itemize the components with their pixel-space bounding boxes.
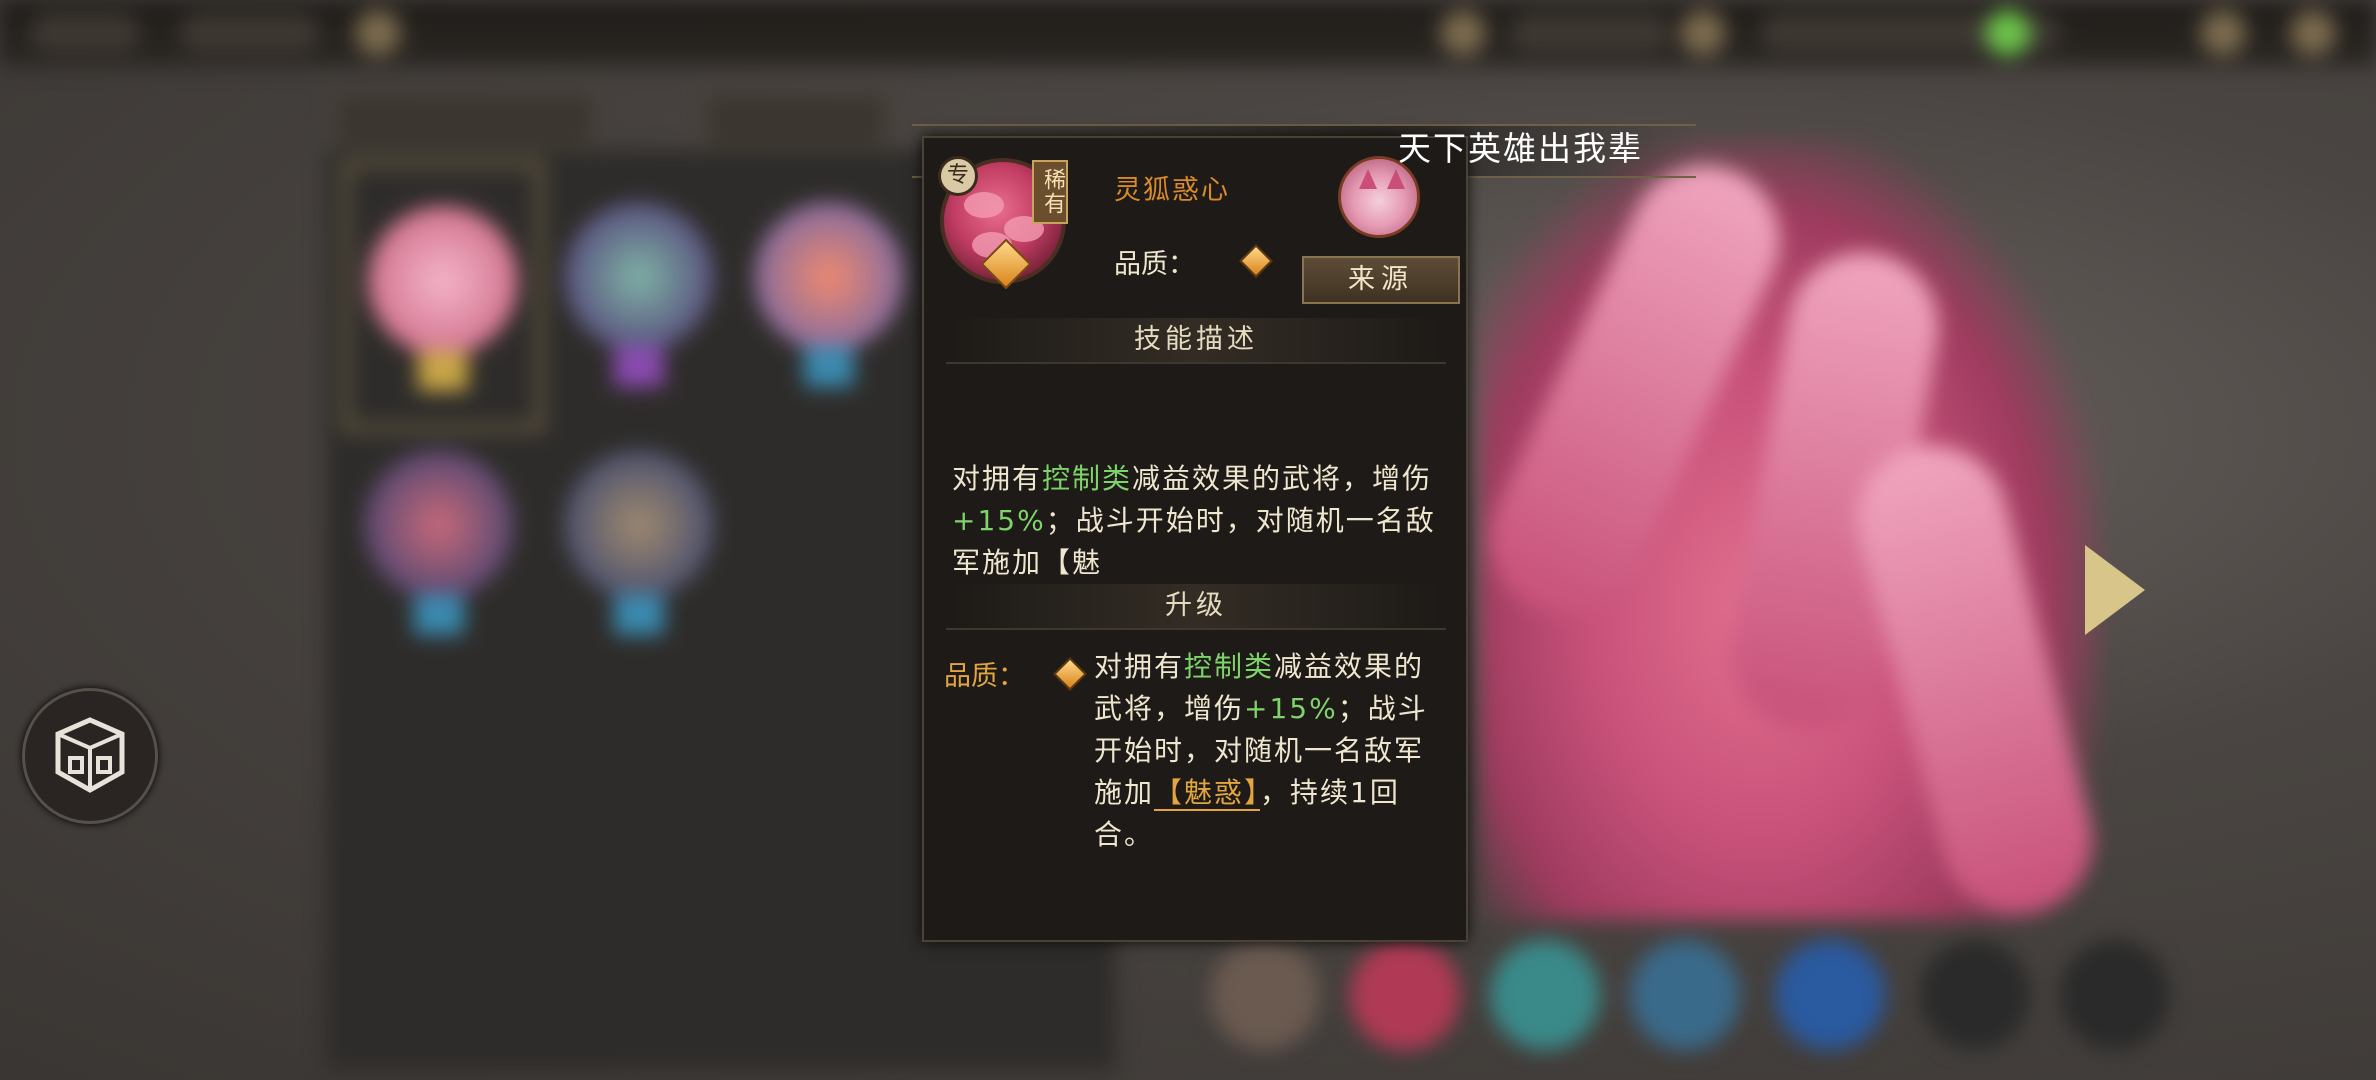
top-pill	[1510, 14, 1670, 52]
banner-title: 天下英雄出我辈	[1398, 129, 1643, 168]
skill-orb	[564, 450, 714, 600]
slot-stand	[414, 595, 464, 635]
fox-ear	[1359, 169, 1377, 189]
upgrade-quality-label: 品质：	[944, 661, 1025, 692]
skill-orb	[564, 202, 714, 352]
top-icon	[1680, 10, 1726, 56]
slot-stand	[804, 347, 854, 387]
top-resource-bar	[0, 0, 2376, 66]
bottom-skill-orb	[1920, 940, 2030, 1050]
desc-value: +15%	[952, 504, 1046, 537]
top-icon	[1985, 10, 2031, 56]
desc-keyword: 控制类	[1184, 650, 1275, 683]
desc-text: 对拥有	[1094, 650, 1185, 683]
upgrade-description: 对拥有控制类减益效果的武将，增伤+15%；战斗开始时，对随机一名敌军施加【魅惑】…	[1094, 646, 1434, 856]
skill-slot	[344, 162, 542, 430]
bottom-skill-orb	[1350, 940, 1460, 1050]
skill-slot	[734, 162, 924, 422]
top-pill	[180, 14, 320, 52]
slot-stand	[614, 347, 664, 387]
skill-slot	[344, 410, 534, 670]
desc-keyword: 控制类	[1042, 462, 1133, 495]
tab-bg	[704, 92, 888, 148]
skill-orb	[364, 450, 514, 600]
desc-text: 减益效果的武将，增伤	[1132, 462, 1433, 495]
bottom-skill-orb	[1775, 940, 1885, 1050]
desc-text: 对拥有	[952, 462, 1043, 495]
bottom-skill-orb	[1490, 940, 1600, 1050]
skill-detail-card: 专 稀有 灵狐惑心 品质： 来源 技能描述 对拥有控制类减益效果的武将，增伤+1…	[922, 136, 1468, 942]
top-pill	[30, 14, 140, 52]
diamond-gem-icon	[1053, 657, 1087, 691]
charm-effect-link[interactable]: 【魅惑】	[1154, 776, 1261, 811]
quality-label: 品质：	[1114, 249, 1195, 280]
skill-name: 灵狐惑心	[1114, 175, 1230, 206]
upgrade-header: 升级	[946, 584, 1446, 630]
bottom-skill-orb	[1630, 940, 1740, 1050]
diamond-gem-icon	[1239, 244, 1273, 278]
side-menu-button[interactable]	[22, 688, 158, 824]
portrait-petal	[964, 192, 1004, 218]
tab-bg	[334, 92, 596, 148]
skill-orb	[754, 202, 904, 352]
fox-ear	[1387, 169, 1405, 189]
bottom-skill-orb	[2060, 940, 2170, 1050]
skill-slot	[544, 162, 734, 422]
skill-slot	[544, 410, 734, 670]
slot-stand	[418, 351, 468, 391]
skill-description: 对拥有控制类减益效果的武将，增伤+15%；战斗开始时，对随机一名敌军施加【魅	[952, 458, 1442, 584]
description-header: 技能描述	[946, 318, 1446, 364]
exclusive-badge: 专	[938, 156, 978, 196]
top-icon	[2200, 10, 2246, 56]
cube-emblem-icon	[55, 717, 125, 793]
top-icon	[355, 10, 401, 56]
slot-stand	[614, 595, 664, 635]
rarity-tag: 稀有	[1032, 160, 1068, 224]
source-button[interactable]: 来源	[1302, 256, 1460, 304]
bottom-skill-orb	[1210, 940, 1320, 1050]
top-icon	[2290, 10, 2336, 56]
next-arrow-icon[interactable]	[2085, 545, 2145, 635]
skill-orb	[368, 206, 518, 356]
top-icon	[1440, 10, 1486, 56]
desc-value: +15%	[1244, 692, 1338, 725]
